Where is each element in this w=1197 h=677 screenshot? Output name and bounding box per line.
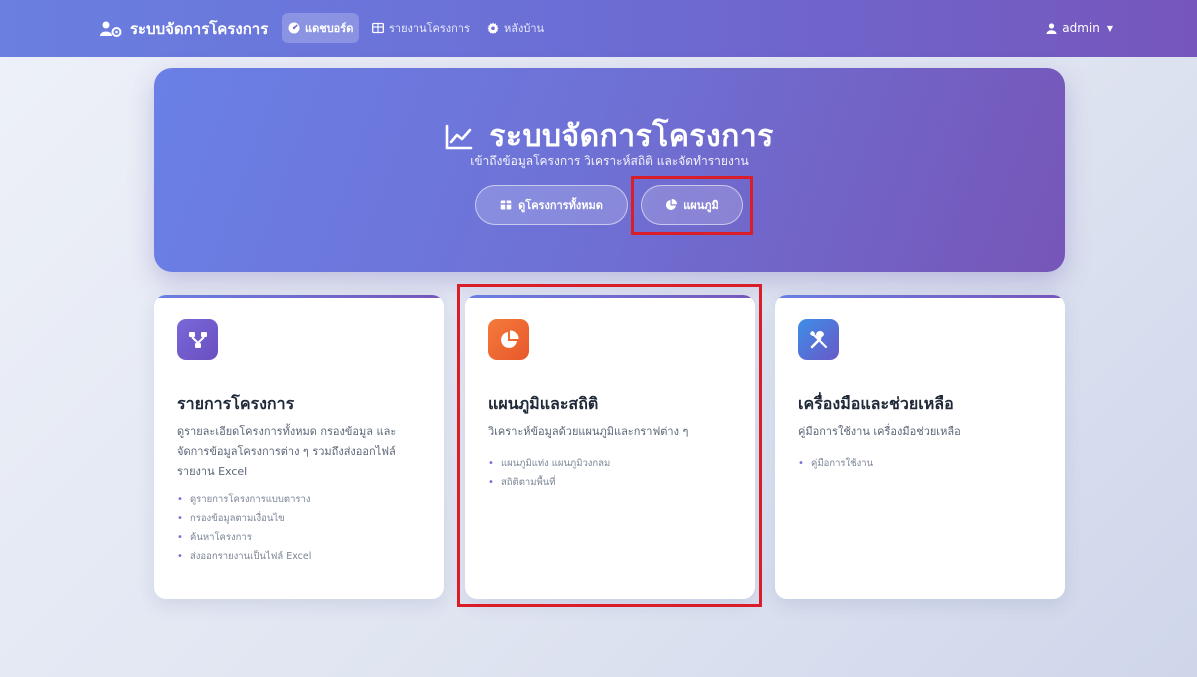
charts-button-label: แผนภูมิ <box>683 199 719 212</box>
list-item: แผนภูมิแท่ง แผนภูมิวงกลม <box>488 454 735 473</box>
view-all-projects-label: ดูโครงการทั้งหมด <box>518 199 603 212</box>
table-icon <box>372 22 384 34</box>
card-title: แผนภูมิและสถิติ <box>488 394 599 413</box>
project-tree-icon <box>177 319 218 360</box>
hero-subtitle: เข้าถึงข้อมูลโครงการ วิเคราะห์สถิติ และจ… <box>470 154 749 168</box>
list-item: กรองข้อมูลตามเงื่อนไข <box>177 509 424 528</box>
nav-project-report-label: รายงานโครงการ <box>389 22 470 35</box>
tools-icon <box>798 319 839 360</box>
line-chart-icon <box>445 124 473 149</box>
tools-help-card[interactable]: เครื่องมือและช่วยเหลือ คู่มือการใช้งาน เ… <box>775 295 1065 599</box>
card-feature-list: ดูรายการโครงการแบบตาราง กรองข้อมูลตามเงื… <box>177 490 424 566</box>
nav-project-report[interactable]: รายงานโครงการ <box>366 13 476 43</box>
nav-dashboard-label: แดชบอร์ด <box>305 22 354 35</box>
charts-button[interactable]: แผนภูมิ <box>641 185 743 225</box>
nav-dashboard[interactable]: แดชบอร์ด <box>282 13 360 43</box>
project-list-card[interactable]: รายการโครงการ ดูรายละเอียดโครงการทั้งหมด… <box>154 295 444 599</box>
brand-title: ระบบจัดการโครงการ <box>130 19 269 38</box>
charts-stats-card[interactable]: แผนภูมิและสถิติ วิเคราะห์ข้อมูลด้วยแผนภู… <box>465 295 755 599</box>
card-title: เครื่องมือและช่วยเหลือ <box>798 394 954 413</box>
card-description: คู่มือการใช้งาน เครื่องมือช่วยเหลือ <box>798 425 961 438</box>
card-description: วิเคราะห์ข้อมูลด้วยแผนภูมิและกราฟต่าง ๆ <box>488 425 689 438</box>
user-name: admin <box>1062 21 1100 35</box>
list-item: ดูรายการโครงการแบบตาราง <box>177 490 424 509</box>
view-all-projects-button[interactable]: ดูโครงการทั้งหมด <box>475 185 628 225</box>
table-icon <box>500 200 512 210</box>
top-navbar: ระบบจัดการโครงการ แดชบอร์ด รายงานโครงการ… <box>0 0 1197 57</box>
list-item: ค้นหาโครงการ <box>177 528 424 547</box>
brand-link[interactable]: ระบบจัดการโครงการ <box>100 0 268 57</box>
card-feature-list: แผนภูมิแท่ง แผนภูมิวงกลม สถิติตามพื้นที่ <box>488 454 735 492</box>
nav-backend[interactable]: หลังบ้าน <box>481 13 550 43</box>
caret-down-icon: ▼ <box>1106 23 1113 33</box>
list-item: คู่มือการใช้งาน <box>798 454 1045 473</box>
user-icon <box>1046 22 1057 34</box>
card-description: ดูรายละเอียดโครงการทั้งหมด กรองข้อมูล แล… <box>177 425 397 478</box>
user-menu-dropdown[interactable]: admin ▼ <box>1046 13 1113 43</box>
list-item: ส่งออกรายงานเป็นไฟล์ Excel <box>177 547 424 566</box>
gear-icon <box>487 22 499 34</box>
nav-backend-label: หลังบ้าน <box>504 22 545 35</box>
card-title: รายการโครงการ <box>177 394 295 413</box>
pie-chart-icon <box>666 199 678 210</box>
list-item: สถิติตามพื้นที่ <box>488 473 735 492</box>
dashboard-icon <box>288 22 300 34</box>
pie-chart-icon <box>488 319 529 360</box>
card-feature-list: คู่มือการใช้งาน <box>798 454 1045 473</box>
hero-banner: ระบบจัดการโครงการ เข้าถึงข้อมูลโครงการ ว… <box>154 68 1065 272</box>
users-cog-icon <box>100 21 122 37</box>
